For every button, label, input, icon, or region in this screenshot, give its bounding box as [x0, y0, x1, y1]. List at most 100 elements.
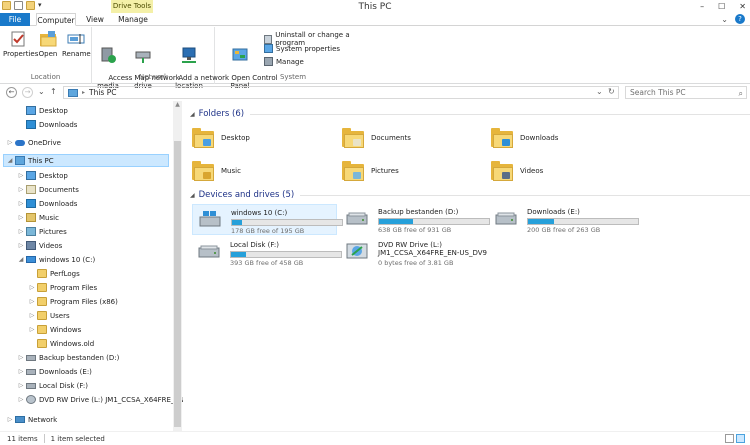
nav-item-label: Backup bestanden (D:) [39, 353, 120, 362]
collapse-chevron-icon[interactable]: ◢ [190, 111, 195, 118]
drives-section-header[interactable]: ◢ Devices and drives (5) [190, 190, 750, 200]
nav-item[interactable]: ▷ Videos [17, 239, 62, 252]
back-button[interactable]: ← [6, 87, 17, 98]
breadcrumb-this-pc[interactable]: This PC [89, 88, 116, 97]
nav-item-label: Program Files (x86) [50, 297, 118, 306]
nav-item[interactable]: Desktop [17, 104, 68, 117]
nav-item[interactable]: PerfLogs [28, 267, 80, 280]
drive-tile[interactable]: windows 10 (C:) 178 GB free of 195 GB [192, 204, 343, 235]
tiles-view-icon[interactable] [736, 434, 745, 443]
expand-chevron-icon[interactable]: ▷ [17, 382, 25, 389]
expand-chevron-icon[interactable]: ▷ [28, 284, 36, 291]
hard-drive-icon [495, 212, 517, 225]
scrollbar-thumb[interactable] [174, 141, 181, 427]
forward-button[interactable]: → [22, 87, 33, 98]
expand-chevron-icon[interactable]: ▷ [28, 298, 36, 305]
expand-chevron-icon[interactable]: ▷ [17, 368, 25, 375]
expand-chevron-icon[interactable]: ▷ [28, 312, 36, 319]
nav-item[interactable]: ▷ Program Files (x86) [28, 295, 118, 308]
expand-chevron-icon[interactable]: ▷ [17, 186, 25, 193]
manage-button[interactable]: Manage [264, 57, 304, 66]
tab-computer[interactable]: Computer [36, 13, 76, 26]
properties-button[interactable]: Properties [3, 30, 38, 58]
nav-item[interactable]: ◢ windows 10 (C:) [17, 253, 96, 266]
help-icon[interactable]: ? [735, 14, 745, 24]
nav-item[interactable]: ▷ Windows [28, 323, 81, 336]
expand-chevron-icon[interactable]: ▷ [17, 214, 25, 221]
minimize-button[interactable]: – [700, 2, 704, 11]
expand-chevron-icon[interactable]: ▷ [17, 396, 25, 403]
folder-label: Pictures [371, 167, 399, 175]
drive-tile[interactable]: Downloads (E:) 200 GB free of 263 GB [489, 204, 639, 235]
properties-icon[interactable] [14, 1, 23, 10]
drive-tile[interactable]: DVD RW Drive (L:) JM1_CCSA_X64FRE_EN-US_D… [340, 237, 487, 268]
breadcrumb-chevron-icon[interactable]: ▸ [82, 89, 85, 96]
nav-item[interactable]: Windows.old [28, 337, 94, 350]
hard-drive-icon [198, 245, 220, 258]
folder-tile[interactable]: Documents [342, 124, 482, 152]
folder-tile[interactable]: Pictures [342, 157, 482, 185]
folder-tile[interactable]: Downloads [491, 124, 631, 152]
search-icon[interactable]: ⌕ [739, 88, 743, 99]
system-properties-button[interactable]: System properties [264, 44, 340, 53]
folder-tile[interactable]: Desktop [192, 124, 332, 152]
videos-icon [26, 241, 36, 250]
nav-item[interactable]: ◢ This PC [3, 154, 169, 167]
maximize-button[interactable]: ☐ [718, 2, 725, 11]
details-view-icon[interactable] [725, 434, 734, 443]
new-folder-icon[interactable] [26, 1, 35, 10]
close-button[interactable]: ✕ [739, 2, 746, 11]
nav-item[interactable]: ▷ Network [6, 413, 58, 426]
rename-button[interactable]: Rename [62, 30, 91, 58]
folder-tile[interactable]: Videos [491, 157, 631, 185]
nav-item-label: Program Files [50, 283, 98, 292]
drive-icon [26, 368, 36, 375]
tab-manage[interactable]: Manage [115, 13, 151, 26]
nav-item[interactable]: ▷ Downloads (E:) [17, 365, 92, 378]
folder-icon [342, 127, 364, 149]
expand-chevron-icon[interactable]: ▷ [17, 242, 25, 249]
drive-tile[interactable]: Backup bestanden (D:) 638 GB free of 931 … [340, 204, 490, 235]
nav-item[interactable]: ▷ Downloads [17, 197, 77, 210]
expand-chevron-icon[interactable]: ▷ [28, 326, 36, 333]
address-dropdown-chevron-icon[interactable]: ⌄ [596, 87, 603, 96]
folder-icon[interactable] [2, 1, 11, 10]
open-button[interactable]: Open [36, 30, 60, 58]
expand-chevron-icon[interactable]: ▷ [17, 354, 25, 361]
up-button[interactable]: ↑ [50, 87, 57, 96]
expand-chevron-icon[interactable]: ▷ [17, 200, 25, 207]
customize-toolbar-chevron-icon[interactable]: ▾ [38, 1, 47, 10]
nav-item[interactable]: ▷ DVD RW Drive (L:) JM1_CCSA_X64FRE_EN-U [17, 393, 183, 406]
nav-item[interactable]: Downloads [17, 118, 77, 131]
expand-chevron-icon[interactable]: ▷ [17, 228, 25, 235]
nav-item[interactable]: ▷ Documents [17, 183, 79, 196]
search-input[interactable]: Search This PC ⌕ [625, 86, 747, 99]
expand-chevron-icon[interactable]: ◢ [17, 256, 25, 263]
scroll-up-icon[interactable]: ▲ [173, 101, 182, 110]
collapse-chevron-icon[interactable]: ◢ [190, 192, 195, 199]
folders-section-header[interactable]: ◢ Folders (6) [190, 109, 750, 119]
recent-locations-chevron-icon[interactable]: ⌄ [38, 87, 45, 96]
address-box[interactable]: ▸ This PC [63, 86, 619, 99]
expand-chevron-icon[interactable]: ▷ [17, 172, 25, 179]
ribbon-group-location: Properties Open Rename Location [0, 27, 92, 84]
expand-chevron-icon[interactable]: ▷ [6, 139, 14, 146]
drive-tile[interactable]: Local Disk (F:) 393 GB free of 458 GB [192, 237, 342, 268]
tab-view[interactable]: View [82, 13, 108, 26]
nav-item[interactable]: ▷ Pictures [17, 225, 67, 238]
nav-item[interactable]: ▷ Backup bestanden (D:) [17, 351, 120, 364]
nav-item[interactable]: ▷ Program Files [28, 281, 97, 294]
nav-item[interactable]: ▷ OneDrive [6, 136, 61, 149]
navigation-pane-scrollbar[interactable]: ▲ [173, 101, 182, 431]
nav-item[interactable]: ▷ Users [28, 309, 70, 322]
expand-chevron-icon[interactable]: ▷ [6, 416, 14, 423]
folder-tile[interactable]: Music [192, 157, 332, 185]
chevron-down-icon[interactable]: ⌄ [721, 15, 728, 24]
nav-item[interactable]: ▷ Music [17, 211, 59, 224]
refresh-icon[interactable]: ↻ [608, 87, 615, 96]
tab-file[interactable]: File [0, 13, 30, 26]
nav-item[interactable]: ▷ Desktop [17, 169, 68, 182]
expand-chevron-icon[interactable]: ◢ [6, 157, 14, 164]
status-bar: 11 items 1 item selected [0, 431, 750, 445]
nav-item[interactable]: ▷ Local Disk (F:) [17, 379, 88, 392]
